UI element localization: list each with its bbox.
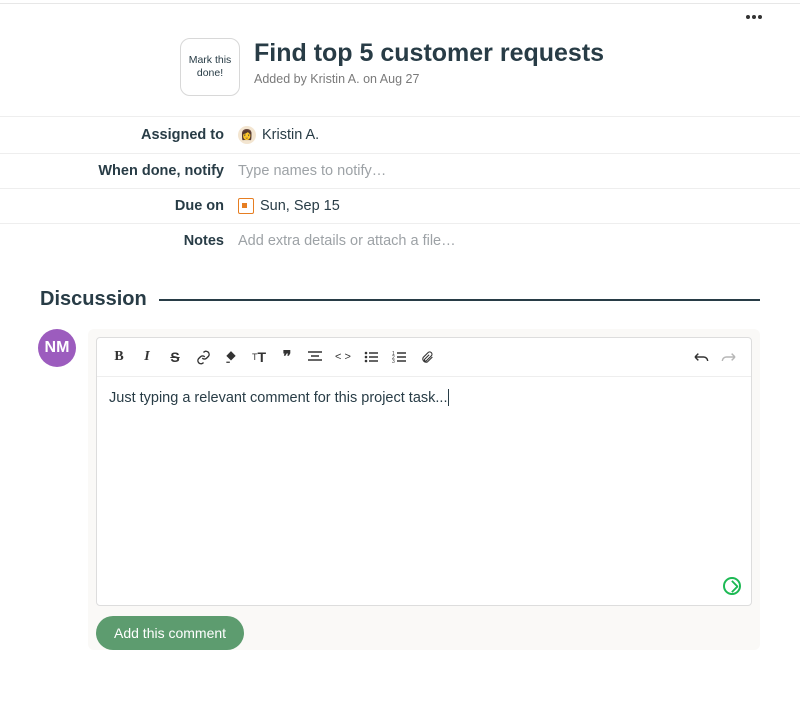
italic-button[interactable]: I [135, 346, 159, 368]
task-title: Find top 5 customer requests [254, 38, 604, 68]
notes-row[interactable]: Notes Add extra details or attach a file… [0, 224, 800, 258]
discussion-title: Discussion [40, 288, 147, 311]
task-header: Mark this done! Find top 5 customer requ… [0, 0, 800, 96]
due-value: Sun, Sep 15 [238, 198, 340, 214]
paint-icon [224, 350, 238, 364]
mark-done-button[interactable]: Mark this done! [180, 38, 240, 96]
comment-textarea[interactable]: Just typing a relevant comment for this … [97, 377, 751, 605]
bold-button[interactable]: B [107, 346, 131, 368]
notify-placeholder: Type names to notify… [238, 163, 386, 179]
link-button[interactable] [191, 346, 215, 368]
assigned-to-value: 👩 Kristin A. [238, 126, 319, 144]
add-comment-button[interactable]: Add this comment [96, 616, 244, 650]
assignee-name: Kristin A. [262, 127, 319, 143]
assignee-avatar-icon: 👩 [238, 126, 256, 144]
redo-icon [721, 351, 737, 363]
undo-icon [693, 351, 709, 363]
highlight-button[interactable] [219, 346, 243, 368]
bullet-list-icon [364, 351, 378, 363]
editor-toolbar: B I S TT ❞ < > [97, 338, 751, 377]
link-icon [196, 350, 211, 365]
notes-label: Notes [40, 233, 238, 249]
submit-row: Add this comment [96, 606, 752, 650]
discussion-header: Discussion [40, 288, 760, 311]
due-label: Due on [40, 198, 238, 214]
comment-area: NM B I S TT ❞ [40, 329, 760, 650]
dot-icon [746, 15, 750, 19]
bullet-list-button[interactable] [359, 346, 383, 368]
numbered-list-icon: 123 [392, 351, 406, 363]
task-fields: Assigned to 👩 Kristin A. When done, noti… [0, 116, 800, 258]
header-text: Find top 5 customer requests Added by Kr… [254, 38, 604, 86]
text-cursor [448, 389, 449, 406]
divider-line [159, 299, 760, 301]
heading-button[interactable]: TT [247, 346, 271, 368]
options-menu-button[interactable] [742, 8, 766, 26]
align-button[interactable] [303, 346, 327, 368]
grammarly-icon[interactable] [723, 577, 741, 595]
notes-placeholder: Add extra details or attach a file… [238, 233, 456, 249]
task-meta: Added by Kristin A. on Aug 27 [254, 72, 604, 86]
dot-icon [758, 15, 762, 19]
undo-button[interactable] [689, 346, 713, 368]
dot-icon [752, 15, 756, 19]
numbered-list-button[interactable]: 123 [387, 346, 411, 368]
due-row[interactable]: Due on Sun, Sep 15 [0, 189, 800, 224]
quote-button[interactable]: ❞ [275, 346, 299, 368]
discussion-section: Discussion NM B I S TT [0, 258, 800, 650]
notify-label: When done, notify [40, 163, 238, 179]
svg-text:3: 3 [392, 359, 395, 363]
align-icon [308, 351, 322, 363]
due-date-text: Sun, Sep 15 [260, 198, 340, 214]
attach-button[interactable] [415, 346, 439, 368]
code-button[interactable]: < > [331, 346, 355, 368]
strike-button[interactable]: S [163, 346, 187, 368]
paperclip-icon [421, 350, 434, 365]
comment-text: Just typing a relevant comment for this … [109, 390, 447, 406]
assigned-to-label: Assigned to [40, 127, 238, 143]
top-divider [0, 3, 800, 4]
editor-container: B I S TT ❞ < > [88, 329, 760, 650]
notify-row[interactable]: When done, notify Type names to notify… [0, 154, 800, 189]
assigned-to-row[interactable]: Assigned to 👩 Kristin A. [0, 116, 800, 154]
calendar-icon [238, 198, 254, 214]
current-user-avatar: NM [38, 329, 76, 367]
redo-button[interactable] [717, 346, 741, 368]
comment-editor: B I S TT ❞ < > [96, 337, 752, 606]
